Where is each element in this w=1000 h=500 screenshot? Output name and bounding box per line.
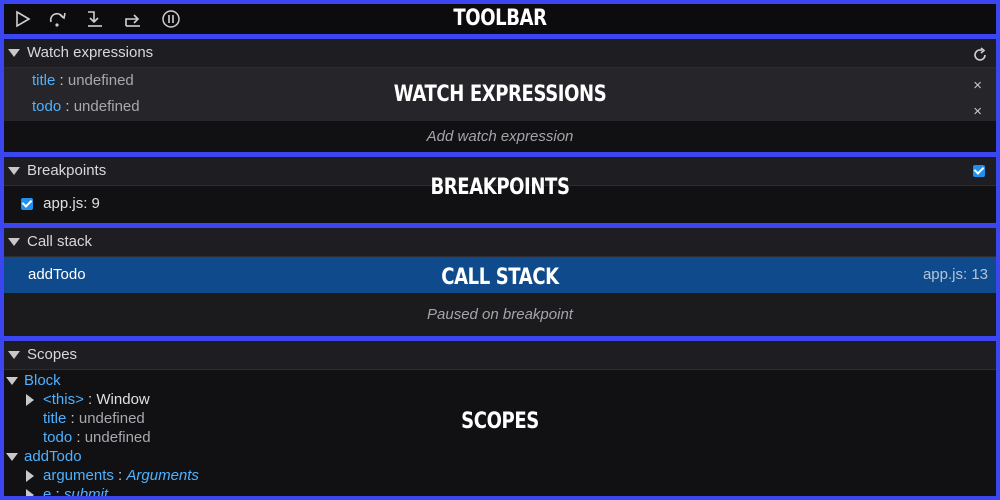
scope-block[interactable]: addTodo xyxy=(4,447,996,466)
toolbar-overlay-label: TOOLBAR xyxy=(453,6,547,31)
expand-triangle-icon[interactable] xyxy=(6,452,18,461)
scope-variable[interactable]: title : undefined xyxy=(4,409,996,428)
paused-status: Paused on breakpoint xyxy=(4,293,996,336)
breakpoints-panel: Breakpoints app.js: 9 BREAKPOINTS xyxy=(4,157,996,223)
var-key: <this> xyxy=(43,391,84,408)
remove-watch-icon[interactable]: × xyxy=(973,103,982,120)
var-key: todo xyxy=(43,429,73,446)
call-stack-panel: Call stack addTodo app.js: 13 Paused on … xyxy=(4,228,996,336)
var-value: undefined xyxy=(78,410,145,427)
breakpoint-item[interactable]: app.js: 9 xyxy=(4,186,996,222)
scope-block[interactable]: Block xyxy=(4,371,996,390)
watch-expressions-panel: Watch expressions title : undefined × to… xyxy=(4,39,996,152)
play-icon[interactable] xyxy=(14,10,34,28)
scopes-panel: Scopes Block <this> : Window title : und… xyxy=(4,341,996,496)
watch-key: todo xyxy=(32,98,62,115)
scope-variable[interactable]: todo : undefined xyxy=(4,428,996,447)
debugger-toolbar: TOOLBAR xyxy=(4,4,996,34)
var-key: arguments xyxy=(43,467,114,484)
var-separator: : xyxy=(83,391,97,408)
scope-label: Block xyxy=(24,372,61,389)
expand-triangle-icon[interactable] xyxy=(26,489,34,496)
scope-variable[interactable]: e : submit xyxy=(4,485,996,496)
watch-value: undefined xyxy=(73,98,140,115)
watch-title: Watch expressions xyxy=(27,44,154,61)
var-separator: : xyxy=(113,467,127,484)
expand-triangle-icon[interactable] xyxy=(26,470,34,483)
watch-separator: : xyxy=(55,72,68,89)
scope-label: addTodo xyxy=(24,448,82,465)
breakpoint-label: app.js: 9 xyxy=(43,195,100,212)
toggle-all-breakpoints-checkbox[interactable] xyxy=(973,165,985,177)
remove-watch-icon[interactable]: × xyxy=(973,77,982,94)
var-value: undefined xyxy=(84,429,151,446)
watch-list: title : undefined × todo : undefined × xyxy=(4,68,996,121)
callstack-header[interactable]: Call stack xyxy=(4,228,996,257)
collapse-triangle-icon[interactable] xyxy=(8,237,20,246)
expand-triangle-icon[interactable] xyxy=(6,376,18,385)
var-key: title xyxy=(43,410,67,427)
breakpoints-header[interactable]: Breakpoints xyxy=(4,157,996,186)
breakpoints-title: Breakpoints xyxy=(27,162,107,179)
frame-location[interactable]: app.js: 13 xyxy=(923,257,988,293)
breakpoint-checkbox[interactable] xyxy=(21,198,33,211)
var-separator: : xyxy=(72,429,85,446)
collapse-triangle-icon[interactable] xyxy=(8,166,20,175)
stack-frame-selected[interactable]: addTodo app.js: 13 xyxy=(4,257,996,293)
scopes-title: Scopes xyxy=(27,346,78,363)
scope-variable[interactable]: <this> : Window xyxy=(4,390,996,409)
collapse-triangle-icon[interactable] xyxy=(8,350,20,359)
step-out-icon[interactable] xyxy=(123,10,143,28)
collapse-triangle-icon[interactable] xyxy=(8,48,20,57)
watch-value: undefined xyxy=(67,72,134,89)
var-value: Window xyxy=(96,391,150,408)
frame-name: addTodo xyxy=(28,266,86,283)
watch-header[interactable]: Watch expressions xyxy=(4,39,996,68)
step-into-icon[interactable] xyxy=(85,10,105,28)
pause-icon[interactable] xyxy=(161,10,181,28)
expand-triangle-icon[interactable] xyxy=(26,394,34,407)
watch-separator: : xyxy=(61,98,74,115)
add-watch-expression-input[interactable]: Add watch expression xyxy=(4,121,996,152)
var-separator: : xyxy=(51,486,64,496)
var-value: submit xyxy=(63,486,109,496)
var-separator: : xyxy=(66,410,79,427)
scopes-header[interactable]: Scopes xyxy=(4,341,996,370)
callstack-title: Call stack xyxy=(27,233,93,250)
watch-key: title xyxy=(32,72,56,89)
step-over-icon[interactable] xyxy=(48,10,68,28)
scope-variable[interactable]: arguments : Arguments xyxy=(4,466,996,485)
watch-item[interactable]: title : undefined xyxy=(32,72,134,89)
var-value: Arguments xyxy=(126,467,199,484)
watch-item[interactable]: todo : undefined xyxy=(32,98,140,115)
